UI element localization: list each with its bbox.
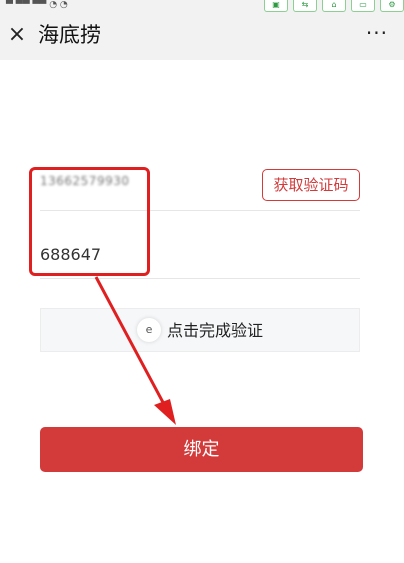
more-icon[interactable]: ··· xyxy=(366,16,388,50)
annotation-arrow-head xyxy=(154,399,176,425)
page-title: 海底捞 xyxy=(38,23,101,47)
toolbar-icon-3[interactable]: ⌂ xyxy=(322,0,346,12)
get-code-button[interactable]: 获取验证码 xyxy=(262,169,360,201)
toolbar-icon-5[interactable]: ⚙ xyxy=(380,0,404,12)
nav-bar: × 海底捞 ··· xyxy=(0,14,404,60)
annotation-highlight-box xyxy=(29,167,150,276)
status-bar: ▀ ▀▀ ▀▀ ◔ ◔ ▣ ⇆ ⌂ ▭ ⚙ xyxy=(0,0,404,14)
toolbar-icon-2[interactable]: ⇆ xyxy=(293,0,317,12)
status-indicators: ▀ ▀▀ ▀▀ ◔ ◔ xyxy=(6,0,68,10)
toolbar-icon-1[interactable]: ▣ xyxy=(264,0,288,12)
shield-icon: e xyxy=(137,318,161,342)
close-icon[interactable]: × xyxy=(6,18,28,52)
bind-button[interactable]: 绑定 xyxy=(40,427,363,472)
toolbar-icon-4[interactable]: ▭ xyxy=(351,0,375,12)
captcha-verify-label: 点击完成验证 xyxy=(167,321,264,340)
captcha-verify-button[interactable]: e 点击完成验证 xyxy=(40,308,360,352)
mini-program-toolbar: ▣ ⇆ ⌂ ▭ ⚙ xyxy=(259,0,404,12)
annotation-arrow xyxy=(94,276,176,425)
